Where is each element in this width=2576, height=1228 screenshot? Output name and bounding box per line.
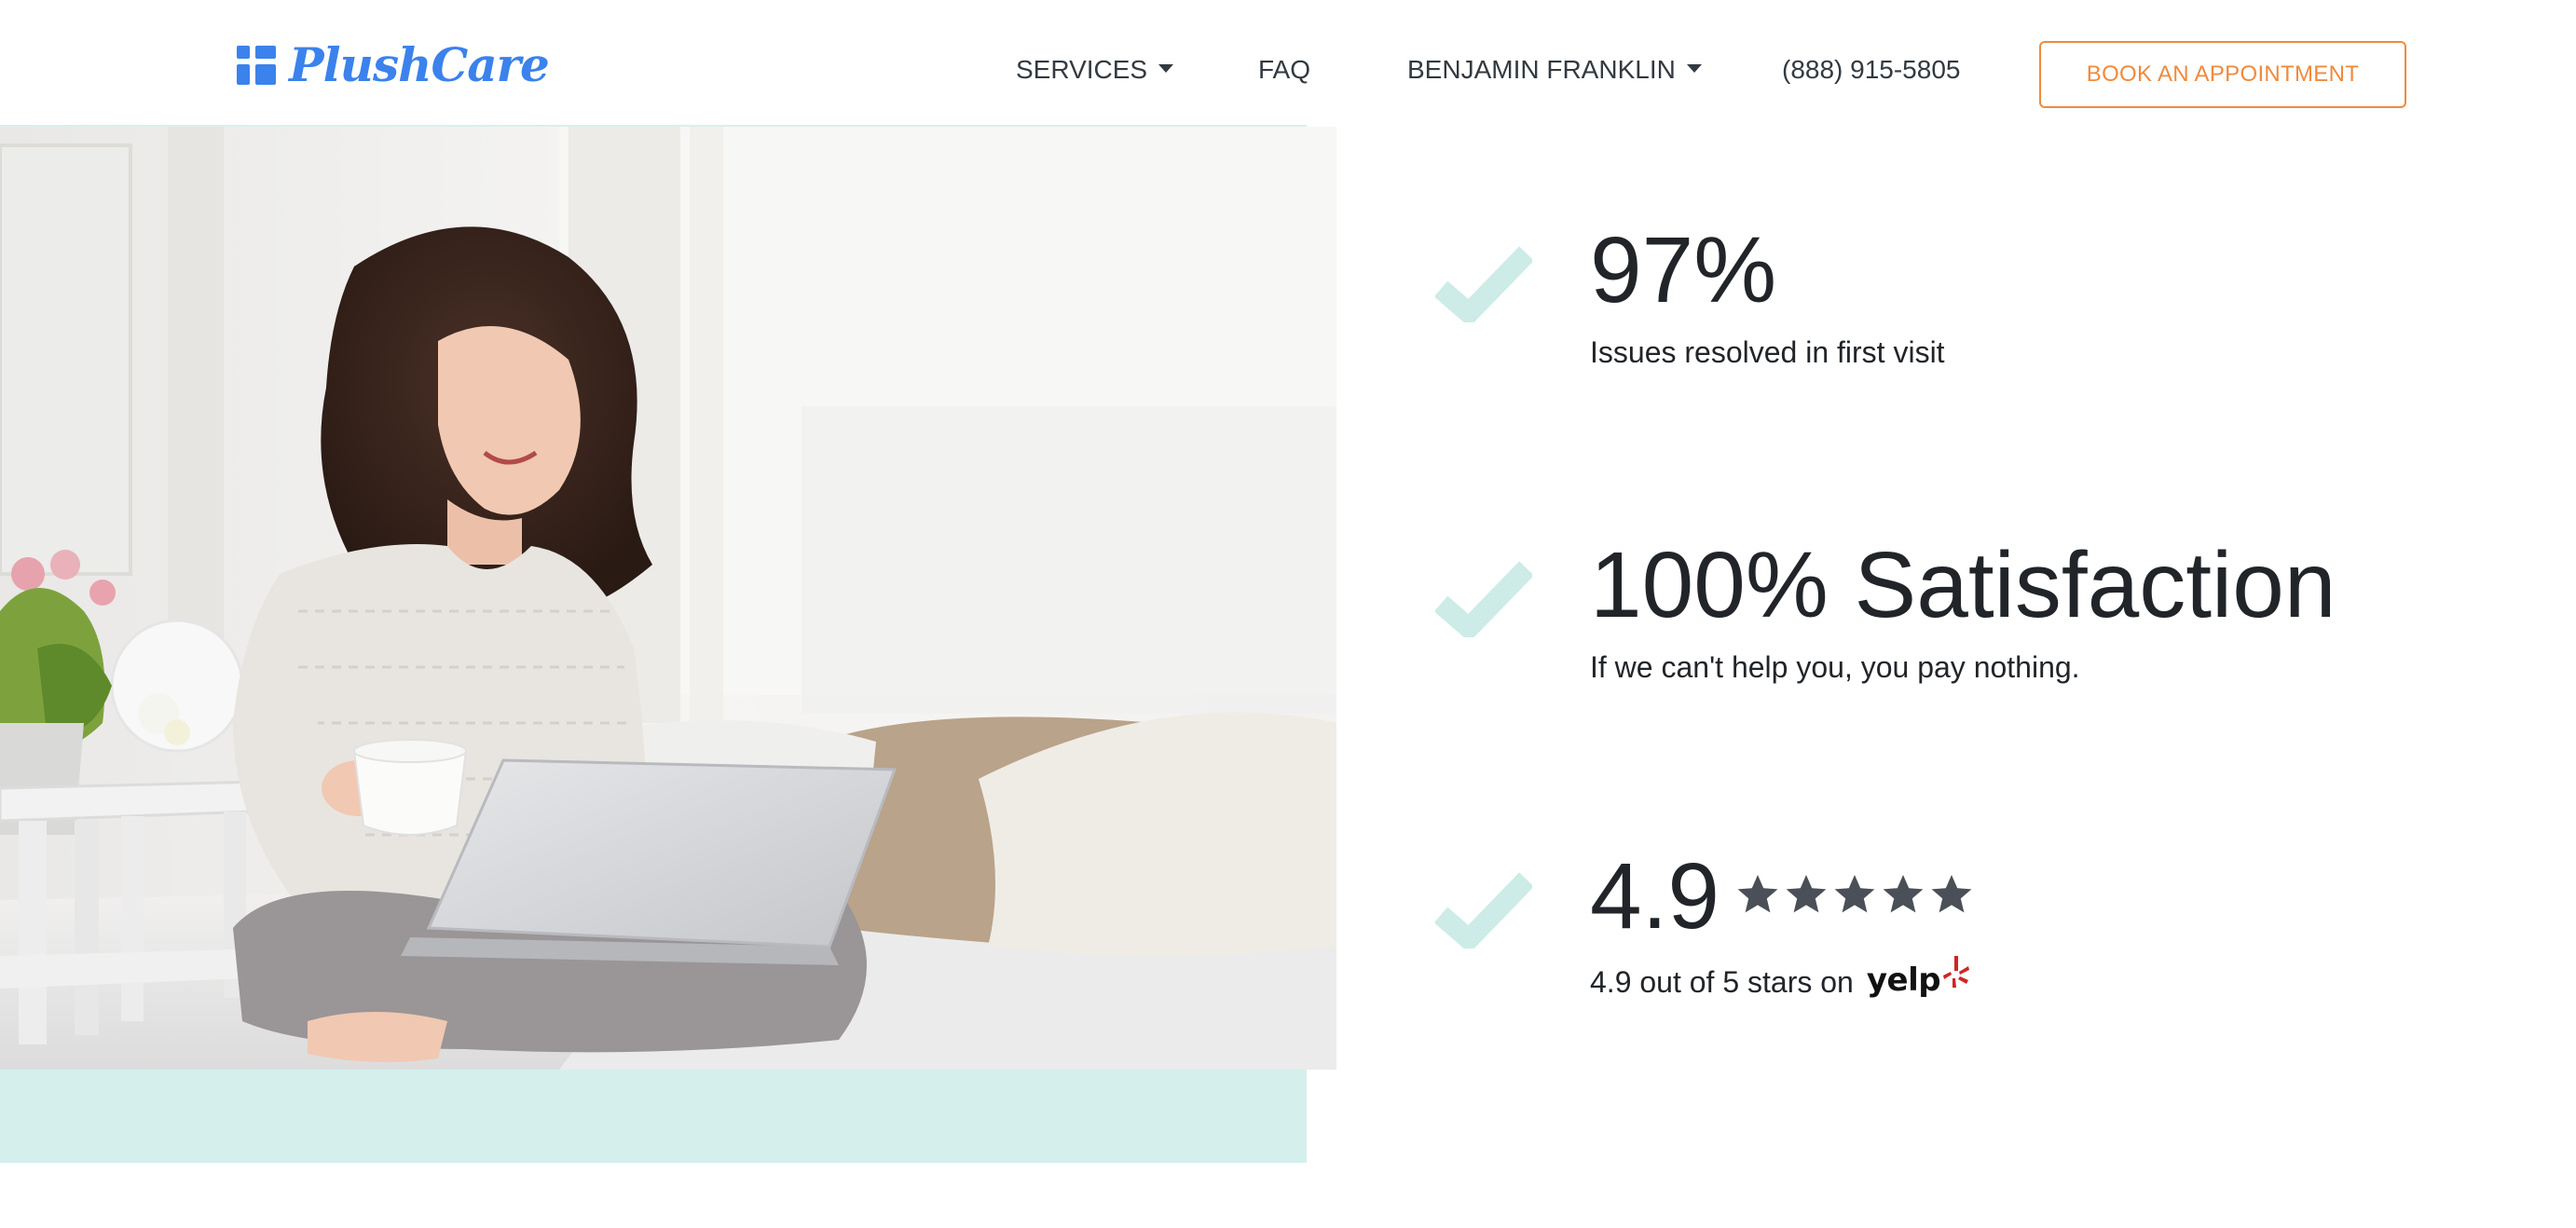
rating-stars bbox=[1735, 872, 1974, 917]
yelp-logo[interactable]: yelp bbox=[1866, 956, 1970, 999]
plushcare-logo[interactable]: PlushCare bbox=[237, 37, 550, 93]
nav-services-label: SERVICES bbox=[1016, 55, 1148, 84]
star-icon bbox=[1883, 875, 1924, 913]
stat-value: 100% Satisfaction bbox=[1590, 533, 2336, 637]
logo-text: PlushCare bbox=[289, 37, 550, 92]
check-icon bbox=[1435, 246, 1532, 322]
star-icon bbox=[1737, 875, 1778, 913]
star-icon bbox=[1834, 875, 1875, 913]
stat-value: 97% bbox=[1590, 218, 1777, 322]
star-icon bbox=[1931, 875, 1972, 913]
stat-value: 4.9 bbox=[1590, 844, 1720, 948]
nav-services-dropdown[interactable]: SERVICES bbox=[1016, 54, 1174, 86]
stat-description: If we can't help you, you pay nothing. bbox=[1590, 650, 2080, 684]
yelp-wordmark: yelp bbox=[1866, 962, 1941, 999]
check-icon bbox=[1435, 561, 1532, 637]
nav-user-label: BENJAMIN FRANKLIN bbox=[1407, 55, 1676, 84]
logo-mark-icon bbox=[237, 46, 276, 85]
nav-phone-link[interactable]: (888) 915-5805 bbox=[1782, 54, 1960, 86]
accent-band bbox=[0, 1068, 1307, 1163]
nav-faq-link[interactable]: FAQ bbox=[1258, 54, 1310, 86]
star-icon bbox=[1786, 875, 1827, 913]
stat-description-row: 4.9 out of 5 stars on yelp bbox=[1590, 956, 1970, 1001]
hero-photo bbox=[0, 127, 1336, 1070]
page: PlushCare SERVICES FAQ BENJAMIN FRANKLIN… bbox=[0, 0, 2576, 1228]
check-icon bbox=[1435, 872, 1532, 948]
site-header: PlushCare SERVICES FAQ BENJAMIN FRANKLIN… bbox=[0, 0, 2576, 127]
stat-description: 4.9 out of 5 stars on bbox=[1590, 965, 1854, 999]
caret-down-icon bbox=[1158, 63, 1174, 73]
book-appointment-button[interactable]: BOOK AN APPOINTMENT bbox=[2039, 41, 2406, 108]
stat-description: Issues resolved in first visit bbox=[1590, 335, 1945, 369]
nav-user-dropdown[interactable]: BENJAMIN FRANKLIN bbox=[1407, 54, 1702, 86]
yelp-burst-icon bbox=[1943, 956, 1970, 988]
caret-down-icon bbox=[1686, 63, 1702, 73]
